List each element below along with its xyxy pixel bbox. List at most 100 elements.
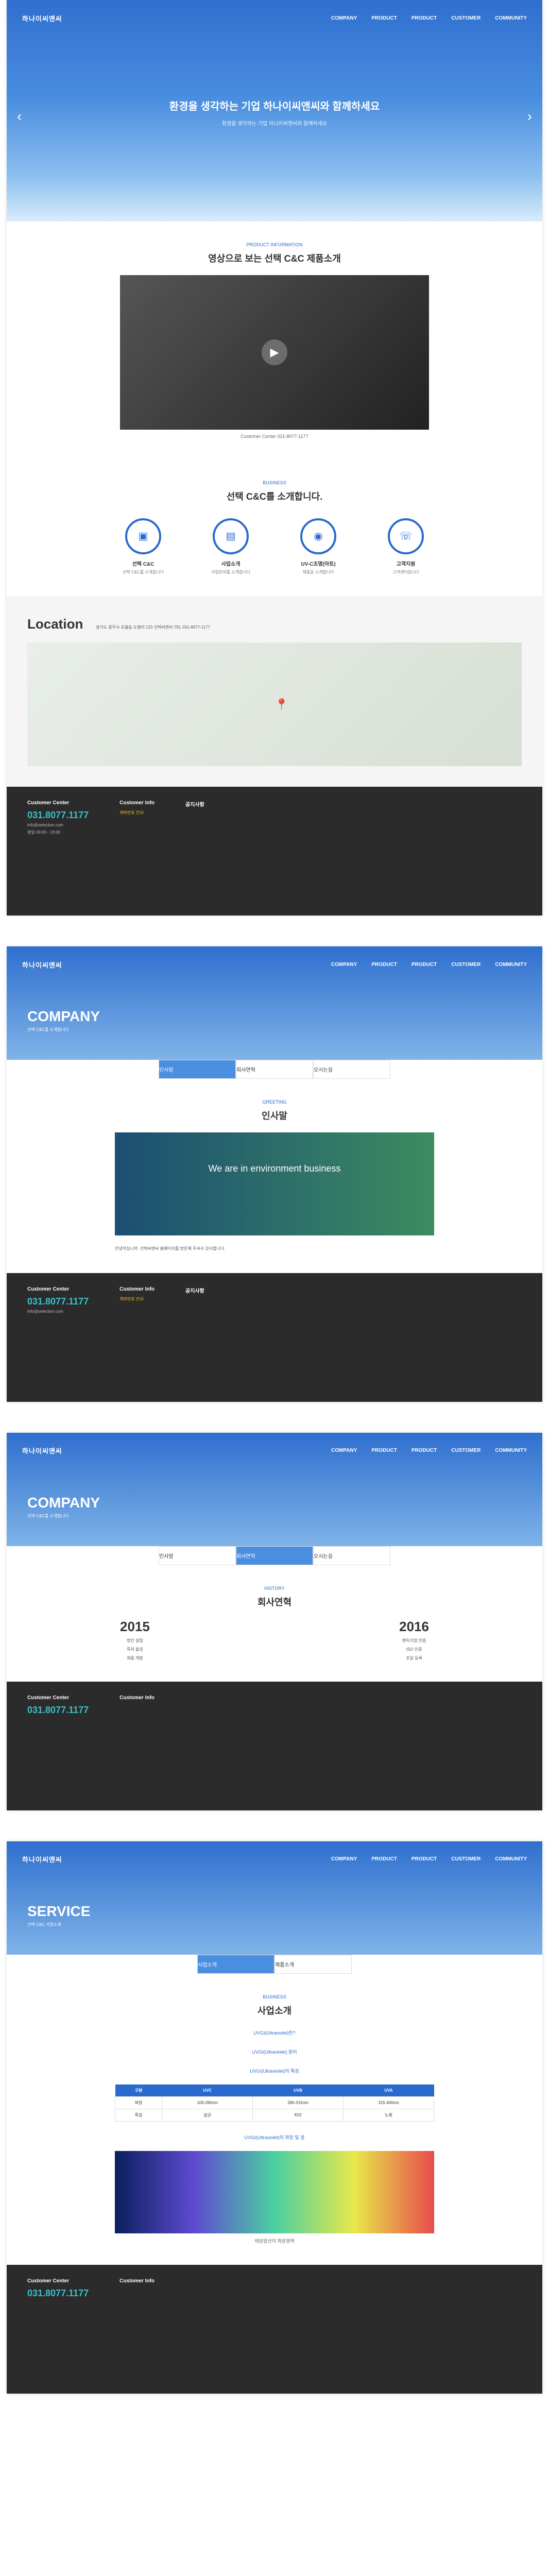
support-icon: ☏	[388, 518, 424, 554]
nav-list: COMPANY PRODUCT PRODUCT CUSTOMER COMMUNI…	[331, 1448, 527, 1453]
intro-card[interactable]: ▤ 사업소개 사업분야를 소개합니다	[208, 518, 254, 575]
timeline-item: 법인 설립	[127, 1638, 143, 1643]
business-eyebrow: BUSINESS	[263, 1994, 286, 1999]
footer-customer-center: Customer Center 031.8077.1177	[27, 1695, 89, 1797]
top-nav: 하나이씨앤씨 COMPANY PRODUCT PRODUCT CUSTOMER …	[7, 1433, 542, 1469]
nav-item[interactable]: COMMUNITY	[495, 15, 527, 21]
lamp-icon: ◉	[300, 518, 336, 554]
logo[interactable]: 하나이씨앤씨	[22, 1446, 62, 1455]
footer-bank: Customer Info	[119, 2278, 155, 2380]
footer: Customer Center 031.8077.1177 Customer I…	[7, 1681, 542, 1810]
year-label: 2015	[120, 1618, 150, 1634]
footer-phone: 031.8077.1177	[27, 2287, 89, 2298]
footer-notice: 공지사항	[185, 1286, 204, 1388]
nav-item[interactable]: COMPANY	[331, 1856, 357, 1862]
history-title: 회사연혁	[257, 1597, 292, 1607]
video-player[interactable]: ▶	[120, 275, 429, 430]
intro-card[interactable]: ☏ 고객지원 고객센터입니다	[383, 518, 429, 575]
nav-item[interactable]: PRODUCT	[411, 962, 437, 968]
table-cell: 315-400nm	[343, 2096, 434, 2109]
timeline-item: 제품 개발	[127, 1655, 143, 1660]
greeting-banner: We are in environment business	[115, 1132, 434, 1235]
tab-business[interactable]: 사업소개	[197, 1954, 274, 1974]
footer-cc-title: Customer Center	[27, 800, 70, 806]
tab-history[interactable]: 회사연혁	[236, 1546, 313, 1565]
uvgi-feature-heading: UVGI(Ultraviolet)의 특징	[250, 2068, 299, 2074]
uvgi-heading: UVGI(Ultraviolet)란?	[253, 2030, 296, 2036]
nav-list: COMPANY PRODUCT PRODUCT CUSTOMER COMMUNI…	[331, 962, 527, 968]
footer-notice-title[interactable]: 공지사항	[185, 1286, 204, 1294]
top-nav: 하나이씨앤씨 COMPANY PRODUCT PRODUCT CUSTOMER …	[7, 946, 542, 982]
play-icon[interactable]: ▶	[262, 340, 287, 365]
tab-greeting[interactable]: 인사말	[159, 1060, 236, 1079]
nav-item[interactable]: CUSTOMER	[451, 1856, 481, 1862]
nav-list: COMPANY PRODUCT PRODUCT CUSTOMER COMMUNI…	[331, 15, 527, 21]
nav-item[interactable]: COMMUNITY	[495, 962, 527, 968]
nav-item[interactable]: COMPANY	[331, 1448, 357, 1453]
nav-item[interactable]: PRODUCT	[371, 962, 397, 968]
top-nav: 하나이씨앤씨 COMPANY PRODUCT PRODUCT CUSTOMER …	[7, 0, 542, 36]
sub-tabs: 인사말 회사연혁 오시는길	[7, 1060, 542, 1079]
footer-bank: Customer Info 계좌번호 안내	[119, 800, 155, 902]
sub-hero-desc: 선택 C&C를 소개합니다	[27, 1027, 69, 1032]
timeline-col: 2015 법인 설립 특허 출원 제품 개발	[120, 1619, 150, 1661]
table-cell: 피부	[252, 2108, 344, 2122]
logo[interactable]: 하나이씨앤씨	[22, 960, 62, 970]
nav-item[interactable]: PRODUCT	[371, 1448, 397, 1453]
footer-bank-title: Customer Info	[119, 1694, 155, 1701]
nav-item[interactable]: PRODUCT	[411, 1448, 437, 1453]
footer-customer-center: Customer Center 031.8077.1177 info@selec…	[27, 1286, 89, 1388]
tab-greeting[interactable]: 인사말	[159, 1546, 236, 1565]
nav-item[interactable]: CUSTOMER	[451, 962, 481, 968]
tab-history[interactable]: 회사연혁	[236, 1060, 313, 1079]
greeting-paragraph: 안녕하십니까. 선택씨앤씨 홈페이지를 방문해 주셔서 감사합니다.	[115, 1246, 226, 1251]
footer-phone: 031.8077.1177	[27, 1704, 89, 1715]
business-title: 사업소개	[257, 2005, 292, 2016]
nav-item[interactable]: CUSTOMER	[451, 1448, 481, 1453]
footer-hours: 평일 09:00 - 18:00	[27, 830, 61, 835]
timeline-item: 특허 출원	[127, 1647, 143, 1652]
nav-item[interactable]: COMPANY	[331, 15, 357, 21]
hero-subtitle: 환경을 생각하는 기업 하나이씨앤씨와 함께하세요	[221, 121, 328, 127]
intro-card-label: UV-C조명(아트)	[301, 562, 336, 567]
footer: Customer Center 031.8077.1177 info@selec…	[7, 787, 542, 916]
intro-card[interactable]: ◉ UV-C조명(아트) 제품을 소개합니다	[295, 518, 341, 575]
sub-hero: 하나이씨앤씨 COMPANY PRODUCT PRODUCT CUSTOMER …	[7, 946, 542, 1060]
greeting-section: GREETING 인사말 We are in environment busin…	[7, 1079, 542, 1273]
footer-notice-title[interactable]: 공지사항	[185, 800, 204, 808]
intro-card-desc: 고객센터입니다	[392, 570, 419, 574]
footer-bank-line: 계좌번호 안내	[119, 810, 144, 815]
nav-item[interactable]: PRODUCT	[411, 1856, 437, 1862]
nav-item[interactable]: PRODUCT	[371, 15, 397, 21]
table-header: UVB	[252, 2084, 344, 2097]
company-history-page: 하나이씨앤씨 COMPANY PRODUCT PRODUCT CUSTOMER …	[7, 1432, 542, 1810]
map[interactable]: 📍	[27, 642, 522, 766]
table-row: 파장 100-280nm 280-315nm 315-400nm	[114, 2096, 434, 2109]
table-cell: 노화	[343, 2108, 434, 2122]
nav-item[interactable]: PRODUCT	[371, 1856, 397, 1862]
timeline-item: ISO 인증	[406, 1647, 422, 1652]
footer-bank-line: 계좌번호 안내	[119, 1296, 144, 1301]
nav-item[interactable]: COMMUNITY	[495, 1856, 527, 1862]
tab-product[interactable]: 제품소개	[274, 1954, 352, 1974]
tab-location[interactable]: 오시는길	[313, 1060, 390, 1079]
nav-item[interactable]: COMMUNITY	[495, 1448, 527, 1453]
footer-cc-title: Customer Center	[27, 1694, 70, 1701]
location-title: Location	[27, 616, 83, 632]
nav-item[interactable]: CUSTOMER	[451, 15, 481, 21]
video-caption: Customer Center 031-8077-1177	[241, 434, 308, 439]
tab-location[interactable]: 오시는길	[313, 1546, 390, 1565]
nav-item[interactable]: PRODUCT	[411, 15, 437, 21]
video-title: 영상으로 보는 선택 C&C 제품소개	[208, 253, 341, 264]
greeting-title: 인사말	[262, 1111, 287, 1121]
logo[interactable]: 하나이씨앤씨	[22, 1854, 62, 1864]
nav-item[interactable]: COMPANY	[331, 962, 357, 968]
company-greeting-page: 하나이씨앤씨 COMPANY PRODUCT PRODUCT CUSTOMER …	[7, 946, 542, 1402]
table-cell: 100-280nm	[162, 2096, 253, 2109]
spectrum-image	[115, 2150, 434, 2233]
uvgi-principle-heading: UVGI(Ultraviolet) 원리	[252, 2049, 297, 2055]
history-eyebrow: HISTORY	[264, 1585, 285, 1591]
logo[interactable]: 하나이씨앤씨	[22, 13, 62, 23]
business-section: BUSINESS 사업소개 UVGI(Ultraviolet)란? UVGI(U…	[7, 1974, 542, 2265]
intro-card[interactable]: ▣ 선택 C&C 선택 C&C를 소개합니다	[120, 518, 166, 575]
